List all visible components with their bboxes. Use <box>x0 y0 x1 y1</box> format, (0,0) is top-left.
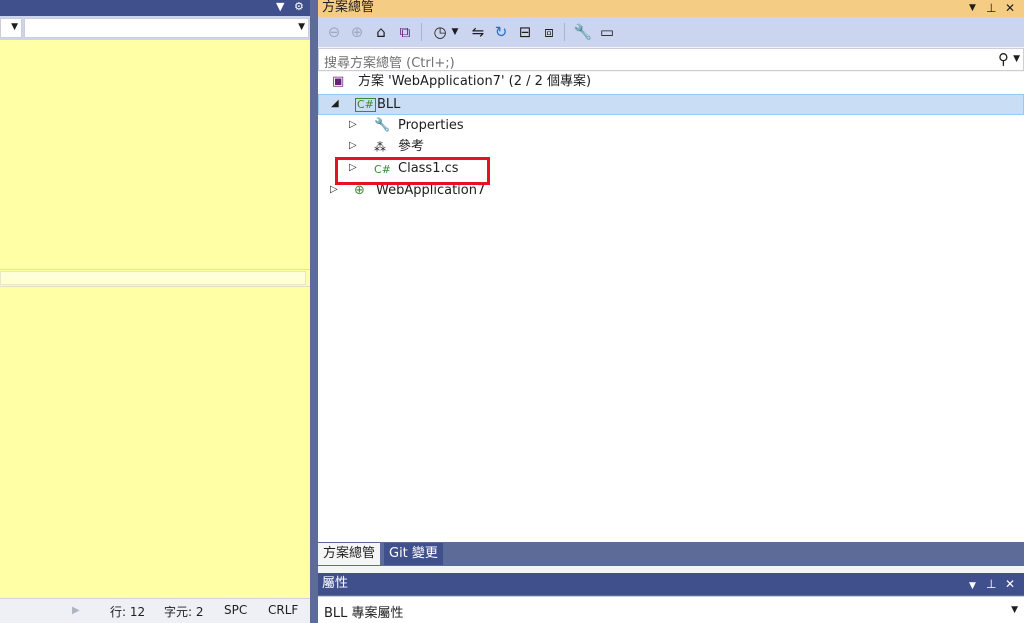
refresh-icon[interactable]: ↻ <box>491 22 511 42</box>
references-icon: ⁂ <box>374 140 386 154</box>
close-icon[interactable]: ✕ <box>1005 576 1015 592</box>
collapsed-triangle-icon[interactable]: ▷ <box>349 119 357 130</box>
pin-icon[interactable]: ⊥ <box>986 0 996 16</box>
chevron-down-icon[interactable]: ▼ <box>1013 54 1020 64</box>
solution-tree: ▣ 方案 'WebApplication7' (2 / 2 個專案) ◢ C# … <box>318 72 1024 542</box>
editor-status-bar: ▶ 行: 12 字元: 2 SPC CRLF <box>0 598 310 623</box>
back-arrow-icon[interactable]: ⊖ <box>324 22 344 42</box>
tree-item-label: Properties <box>398 118 464 133</box>
search-box[interactable]: 搜尋方案總管 (Ctrl+;) ⚲ ▼ <box>318 48 1024 71</box>
csharp-project-icon: C# <box>355 98 376 112</box>
panel-title: 方案總管 <box>322 0 375 15</box>
solution-explorer-title-bar: 方案總管 ▼ ⊥ ✕ <box>318 0 1024 17</box>
forward-arrow-icon[interactable]: ⊕ <box>347 22 367 42</box>
chevron-down-icon: ▼ <box>11 22 18 32</box>
toolbar-separator <box>564 23 565 41</box>
tree-item-references[interactable]: ▷ ⁂ 參考 <box>318 137 1024 158</box>
pin-icon[interactable]: ⊥ <box>986 576 996 592</box>
toolbar-separator <box>421 23 422 41</box>
settings-gear-icon[interactable]: ⚙ <box>294 0 304 14</box>
solution-icon: ▣ <box>332 74 345 89</box>
wrench-icon[interactable]: 🔧 <box>573 22 593 42</box>
line-ending-indicator[interactable]: CRLF <box>268 603 298 617</box>
search-icon[interactable]: ⚲ <box>998 50 1009 68</box>
code-editor-pane-lower[interactable] <box>0 287 310 598</box>
highlight-annotation <box>335 157 490 185</box>
collapsed-triangle-icon[interactable]: ▷ <box>349 140 357 151</box>
dropdown-icon[interactable]: ▼ <box>276 0 284 14</box>
selected-object-label: BLL 專案屬性 <box>324 606 404 621</box>
tree-item-bll[interactable]: ◢ C# BLL <box>318 94 1024 115</box>
sync-icon[interactable]: ⇋ <box>468 22 488 42</box>
home-icon[interactable]: ⌂ <box>371 22 391 42</box>
panel-title: 屬性 <box>322 576 349 591</box>
preview-icon[interactable]: ▭ <box>597 22 617 42</box>
window-position-icon[interactable]: ▼ <box>969 578 976 594</box>
scroll-left-icon[interactable]: ▶ <box>72 605 80 616</box>
editor-splitter[interactable] <box>0 269 310 287</box>
solution-explorer-toolbar: ⊖ ⊕ ⌂ ⧉ ◷ ▼ ⇋ ↻ ⊟ ⧈ 🔧 ▭ <box>318 17 1024 47</box>
chevron-down-icon[interactable]: ▼ <box>449 22 461 42</box>
tree-item-solution[interactable]: ▣ 方案 'WebApplication7' (2 / 2 個專案) <box>318 72 1024 93</box>
chevron-down-icon[interactable]: ▼ <box>1011 605 1018 615</box>
whitespace-indicator[interactable]: SPC <box>224 603 247 617</box>
show-all-files-icon[interactable]: ⧈ <box>539 22 559 42</box>
code-editor-pane[interactable] <box>0 40 310 269</box>
collapse-all-icon[interactable]: ⊟ <box>515 22 535 42</box>
member-combo[interactable]: ▼ <box>24 18 309 38</box>
line-indicator[interactable]: 行: 12 <box>110 603 145 620</box>
chevron-down-icon: ▼ <box>298 22 305 32</box>
clock-icon[interactable]: ◷ <box>430 22 450 42</box>
tab-solution-explorer[interactable]: 方案總管 <box>318 543 381 565</box>
tree-item-label: 方案 'WebApplication7' (2 / 2 個專案) <box>358 74 592 89</box>
char-indicator[interactable]: 字元: 2 <box>164 603 204 620</box>
close-icon[interactable]: ✕ <box>1005 0 1015 16</box>
wrench-icon: 🔧 <box>374 118 391 133</box>
search-input[interactable]: 搜尋方案總管 (Ctrl+;) <box>324 52 455 71</box>
tool-window-tabs: 方案總管 Git 變更 <box>318 542 1024 566</box>
tree-item-label: BLL <box>377 97 401 112</box>
properties-object-selector[interactable]: BLL 專案屬性 ▼ <box>318 596 1024 623</box>
editor-title-bar: ▼ ⚙ <box>0 0 312 16</box>
collapsed-triangle-icon[interactable]: ▷ <box>330 184 338 195</box>
editor-navigation-bar: ▼ ▼ <box>0 16 312 40</box>
switch-views-icon[interactable]: ⧉ <box>395 22 415 42</box>
properties-title-bar: 屬性 ▼ ⊥ ✕ <box>318 573 1024 595</box>
panel-separator[interactable] <box>310 0 318 623</box>
window-position-icon[interactable]: ▼ <box>969 0 976 16</box>
tab-git-changes[interactable]: Git 變更 <box>384 543 443 565</box>
splitter-bar[interactable] <box>0 271 306 285</box>
expanded-triangle-icon[interactable]: ◢ <box>331 98 339 109</box>
tree-item-label: WebApplication7 <box>376 183 486 198</box>
tree-item-properties[interactable]: ▷ 🔧 Properties <box>318 116 1024 137</box>
tree-item-label: 參考 <box>398 139 425 154</box>
type-combo[interactable]: ▼ <box>0 18 22 38</box>
web-project-icon: ⊕ <box>354 183 365 198</box>
